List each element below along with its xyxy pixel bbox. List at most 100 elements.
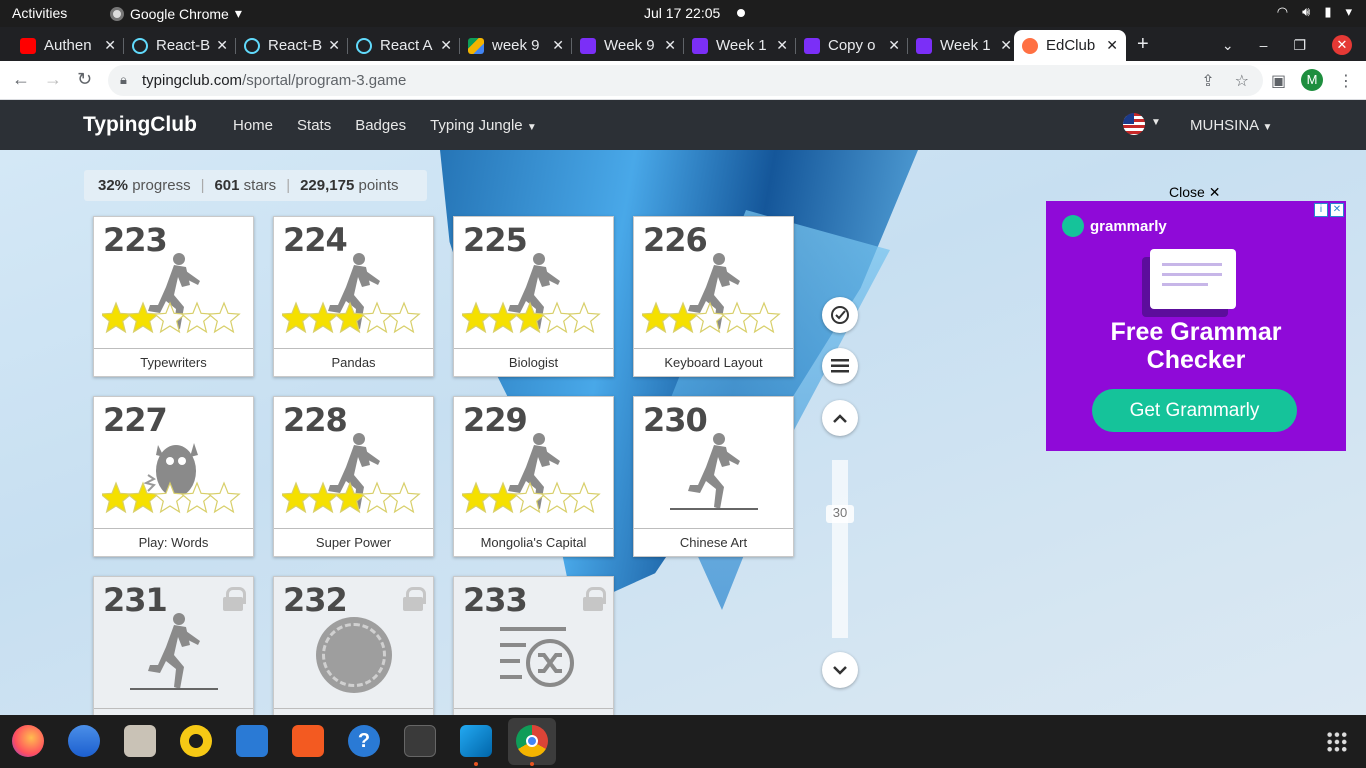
- close-icon: ✕: [1208, 184, 1221, 200]
- close-icon[interactable]: ✕: [776, 37, 788, 54]
- star-filled-icon: [126, 301, 160, 334]
- close-icon[interactable]: ✕: [1330, 203, 1344, 217]
- stars-value: 601: [214, 177, 240, 194]
- activities-button[interactable]: Activities: [12, 5, 67, 21]
- close-window-icon[interactable]: ✕: [1332, 35, 1352, 55]
- browser-tab-active[interactable]: EdClub ✕: [1014, 30, 1126, 61]
- close-icon[interactable]: ✕: [664, 37, 676, 54]
- files-icon[interactable]: [124, 725, 156, 757]
- system-tray[interactable]: ◠ 🔊︎ ▮ ▾: [1277, 4, 1352, 20]
- browser-tab[interactable]: Week 9 ✕: [572, 30, 684, 61]
- bookmark-star-icon[interactable]: ☆: [1235, 71, 1249, 91]
- writer-icon[interactable]: [236, 725, 268, 757]
- browser-tab[interactable]: Week 1 ✕: [908, 30, 1020, 61]
- lesson-title: [274, 708, 433, 715]
- avatar[interactable]: M: [1301, 69, 1323, 91]
- thunderbird-icon[interactable]: [68, 725, 100, 757]
- browser-tab[interactable]: React A ✕: [348, 30, 460, 61]
- adchoices[interactable]: i ✕: [1314, 203, 1344, 217]
- browser-tab[interactable]: Week 1 ✕: [684, 30, 796, 61]
- scroll-down-button[interactable]: [822, 652, 858, 688]
- close-icon[interactable]: ✕: [440, 37, 452, 54]
- clock[interactable]: Jul 17 22:05: [644, 5, 720, 21]
- rhythmbox-icon[interactable]: [180, 725, 212, 757]
- menu-button[interactable]: [822, 348, 858, 384]
- close-icon[interactable]: ✕: [1106, 37, 1118, 54]
- lesson-card[interactable]: 230 Chinese Art: [633, 396, 794, 557]
- site-logo[interactable]: TypingClub: [83, 113, 197, 137]
- browser-tab[interactable]: Authen ✕: [12, 30, 124, 61]
- browser-tab[interactable]: Copy o ✕: [796, 30, 908, 61]
- app-menu[interactable]: Google Chrome ▾: [110, 5, 242, 22]
- caret-down-icon: ▼: [526, 122, 537, 133]
- running-indicator: [530, 762, 534, 766]
- lesson-scrollbar[interactable]: [832, 460, 848, 638]
- us-flag-icon[interactable]: [1123, 113, 1145, 135]
- help-icon[interactable]: ?: [348, 725, 380, 757]
- lesson-card[interactable]: 227 Play: Words: [93, 396, 254, 557]
- firefox-icon[interactable]: [12, 725, 44, 757]
- forward-icon[interactable]: →: [44, 69, 62, 90]
- check-progress-button[interactable]: [822, 297, 858, 333]
- close-icon[interactable]: ✕: [216, 37, 228, 54]
- star-empty-icon: [360, 481, 394, 514]
- lock-icon[interactable]: 🔒︎: [120, 72, 127, 88]
- show-apps-icon[interactable]: [1326, 731, 1348, 753]
- browser-tab[interactable]: React-B ✕: [124, 30, 236, 61]
- advertisement[interactable]: i ✕ grammarly Free Grammar Checker Get Gra…: [1046, 201, 1346, 451]
- share-icon[interactable]: ⇪: [1201, 71, 1214, 91]
- close-icon[interactable]: ✕: [104, 37, 116, 54]
- star-filled-icon: [486, 301, 520, 334]
- nav-home[interactable]: Home: [233, 117, 273, 134]
- close-icon[interactable]: ✕: [328, 37, 340, 54]
- browser-tab[interactable]: React-B ✕: [236, 30, 348, 61]
- info-icon[interactable]: i: [1314, 203, 1328, 217]
- lesson-card[interactable]: 232: [273, 576, 434, 715]
- lesson-card[interactable]: 225 Biologist: [453, 216, 614, 377]
- url-text[interactable]: typingclub.com/sportal/program-3.game: [142, 72, 406, 89]
- game-icon: [316, 617, 392, 693]
- lesson-card[interactable]: 224 Pandas: [273, 216, 434, 377]
- address-bar[interactable]: 🔒︎ typingclub.com/sportal/program-3.game…: [108, 65, 1263, 96]
- side-panel-icon[interactable]: ▣: [1271, 71, 1286, 91]
- lesson-title: [94, 708, 253, 715]
- minimize-icon[interactable]: –: [1260, 37, 1268, 53]
- tab-search-icon[interactable]: ⌄: [1222, 37, 1234, 54]
- ad-cta-button[interactable]: Get Grammarly: [1092, 389, 1297, 432]
- nav-stats[interactable]: Stats: [297, 117, 331, 134]
- star-empty-icon: [693, 301, 727, 334]
- chrome-icon: [110, 6, 124, 21]
- ad-close-button[interactable]: Close ✕: [1169, 184, 1220, 201]
- close-icon[interactable]: ✕: [552, 37, 564, 54]
- lesson-card[interactable]: 226 Keyboard Layout: [633, 216, 794, 377]
- hamburger-icon: [831, 359, 849, 373]
- reload-icon[interactable]: ↻: [77, 69, 92, 90]
- terminal-icon[interactable]: [404, 725, 436, 757]
- lesson-card[interactable]: 223 Typewriters: [93, 216, 254, 377]
- ad-brand: grammarly: [1062, 215, 1167, 237]
- scroll-up-button[interactable]: [822, 400, 858, 436]
- close-icon[interactable]: ✕: [1000, 37, 1012, 54]
- nav-course-dropdown[interactable]: Typing Jungle ▼: [430, 117, 537, 134]
- close-icon[interactable]: ✕: [888, 37, 900, 54]
- drive-icon: [468, 37, 484, 54]
- browser-tab[interactable]: week 9 ✕: [460, 30, 572, 61]
- caret-down-icon[interactable]: ▼: [1151, 117, 1161, 128]
- software-center-icon[interactable]: [292, 725, 324, 757]
- vscode-icon[interactable]: [460, 725, 492, 757]
- star-rating: [99, 301, 247, 335]
- lesson-card[interactable]: 233: [453, 576, 614, 715]
- lesson-number: 227: [103, 401, 168, 439]
- system-top-bar: Activities Google Chrome ▾ Jul 17 22:05 …: [0, 0, 1366, 27]
- restore-icon[interactable]: ❐: [1293, 37, 1306, 54]
- lesson-card[interactable]: 231: [93, 576, 254, 715]
- kebab-menu-icon[interactable]: ⋮: [1338, 71, 1354, 91]
- new-tab-button[interactable]: +: [1137, 33, 1149, 56]
- user-menu[interactable]: MUHSINA ▼: [1190, 117, 1272, 134]
- star-empty-icon: [387, 301, 421, 334]
- lesson-card[interactable]: 228 Super Power: [273, 396, 434, 557]
- nav-badges[interactable]: Badges: [355, 117, 406, 134]
- lesson-card[interactable]: 229 Mongolia's Capital: [453, 396, 614, 557]
- star-filled-icon: [279, 481, 313, 514]
- back-icon[interactable]: ←: [12, 69, 30, 90]
